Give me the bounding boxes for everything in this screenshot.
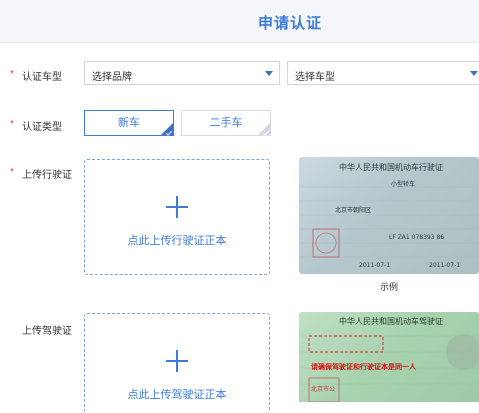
model-select[interactable]: 选择车型 (287, 61, 479, 85)
vehicle-license-upload-text: 点此上传行驶证正本 (127, 235, 227, 247)
license-texture (299, 186, 479, 258)
new-car-option[interactable]: 新车 (84, 110, 174, 136)
required-mark: * (10, 119, 14, 130)
brand-select-value: 选择品牌 (92, 72, 132, 83)
driver-license-label: 上传驾驶证 (22, 326, 72, 337)
driver-license-upload[interactable]: 点此上传驾驶证正本 (84, 313, 270, 413)
brand-select[interactable]: 选择品牌 (84, 61, 280, 85)
plus-icon (166, 196, 188, 218)
license-sample-line: 2011-07-1 (429, 262, 461, 269)
license-sample-line: LF ZA1 078393 86 (389, 234, 445, 241)
license-sample-line: 2011-07-1 (359, 262, 391, 269)
driver-sample-line: 北京市公 (311, 386, 336, 393)
used-car-label: 二手车 (209, 117, 243, 129)
sample-caption: 示例 (379, 282, 398, 292)
required-mark: * (10, 167, 14, 178)
vehicle-license-sample: 中华人民共和国机动车行驶证 小型轿车 北京市朝阳区 LF ZA1 078393 … (299, 157, 479, 274)
cert-type-label: 认证类型 (22, 122, 62, 133)
model-select-value: 选择车型 (295, 72, 335, 83)
vehicle-model-label: 认证车型 (22, 72, 62, 83)
chevron-down-icon (265, 71, 273, 76)
plus-icon (166, 350, 188, 372)
driver-license-sample: 中华人民共和国机动车驾驶证 请确保驾驶证和行驶证本是同一人 北京市公 (299, 312, 479, 402)
chevron-down-icon (470, 71, 478, 76)
driver-license-upload-text: 点此上传驾驶证正本 (127, 389, 227, 401)
license-sample-line: 北京市朝阳区 (335, 207, 372, 214)
driver-sample-title: 中华人民共和国机动车驾驶证 (339, 317, 443, 326)
driver-sample-warning: 请确保驾驶证和行驶证本是同一人 (311, 363, 416, 371)
license-sample-title: 中华人民共和国机动车行驶证 (339, 163, 443, 172)
page-title: 申请认证 (257, 15, 322, 32)
license-sample-line: 小型轿车 (391, 181, 416, 188)
new-car-label: 新车 (118, 117, 140, 129)
used-car-option[interactable]: 二手车 (181, 110, 271, 136)
required-mark: * (10, 69, 14, 80)
vehicle-license-upload[interactable]: 点此上传行驶证正本 (84, 159, 270, 275)
page-header: 申请认证 (0, 0, 479, 43)
vehicle-license-label: 上传行驶证 (22, 170, 72, 181)
